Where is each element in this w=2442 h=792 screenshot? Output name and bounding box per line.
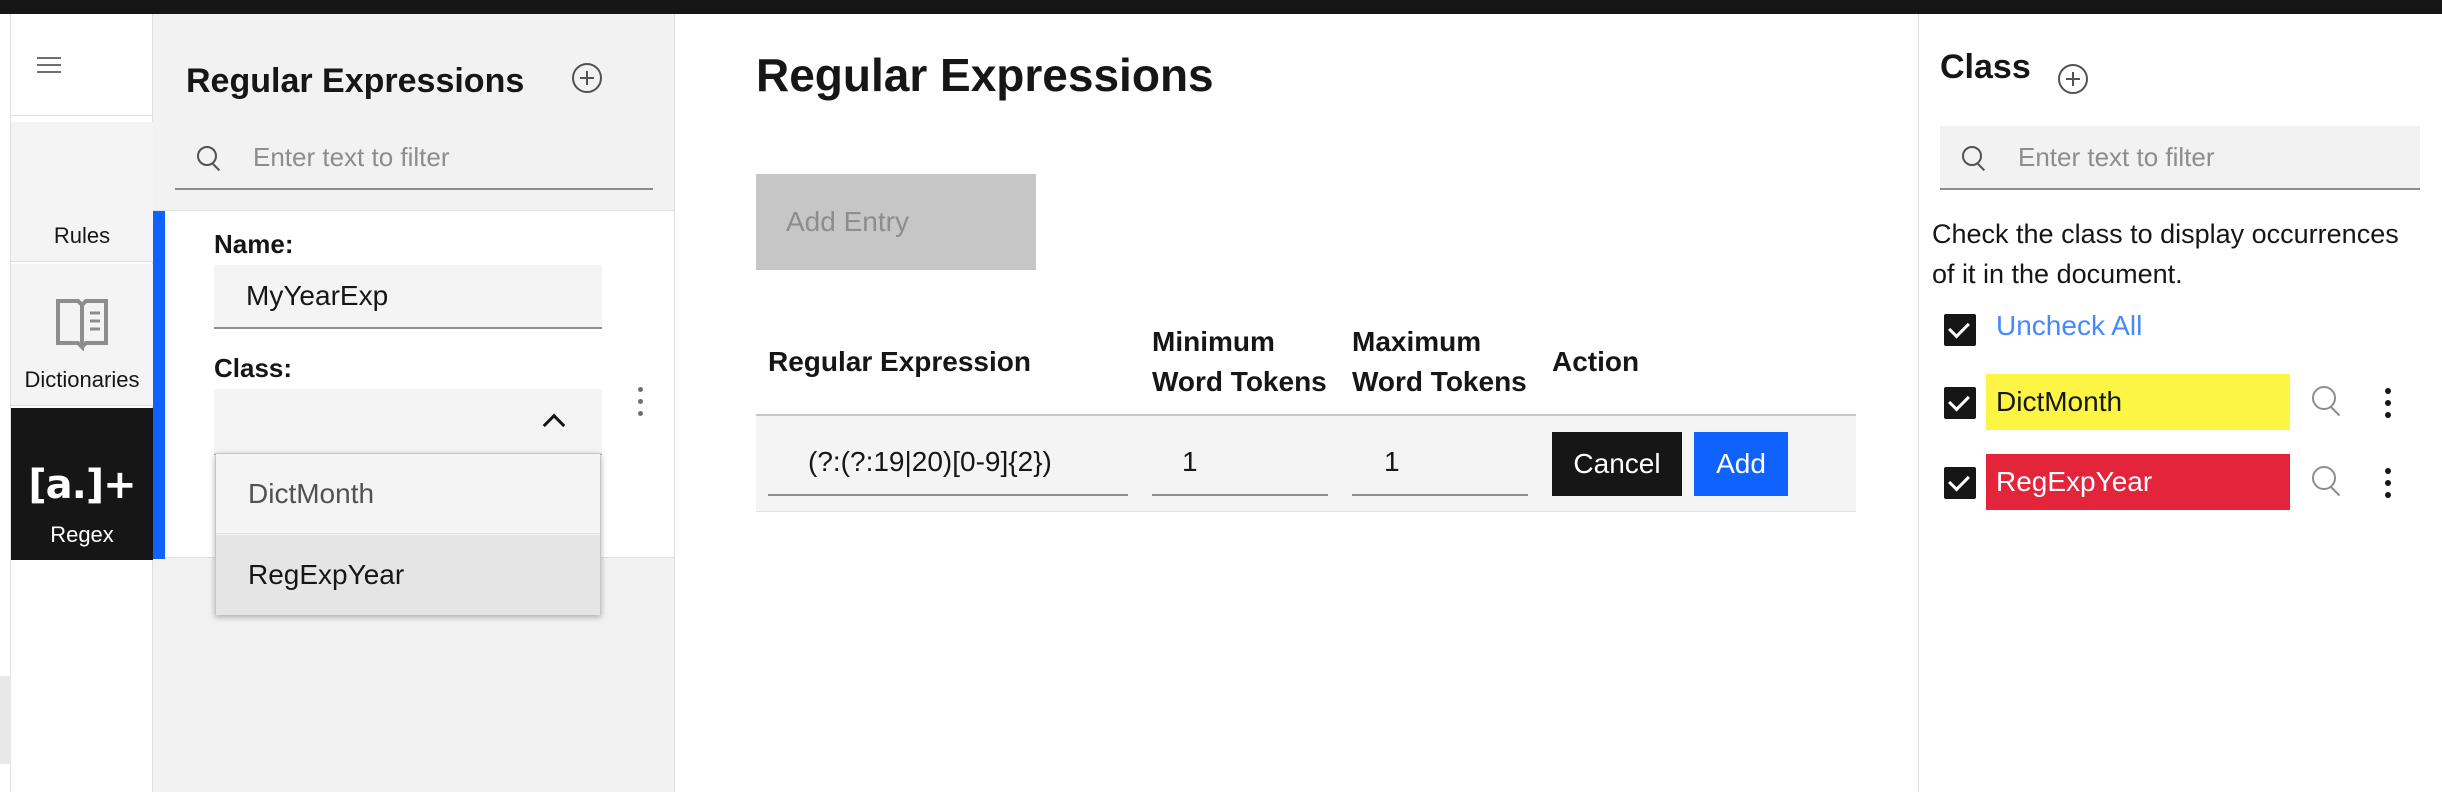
column-header-max-line1: Maximum bbox=[1352, 326, 1482, 357]
search-occurrences-icon[interactable] bbox=[2312, 466, 2344, 498]
name-label: Name: bbox=[214, 229, 294, 259]
column-header-action: Action bbox=[1552, 346, 1640, 377]
column-header-max: Maximum Word Tokens bbox=[1352, 322, 1527, 402]
search-icon bbox=[197, 146, 221, 170]
edge-tab bbox=[0, 676, 11, 764]
search-placeholder: Enter text to filter bbox=[253, 141, 450, 172]
add-class-icon[interactable] bbox=[2058, 64, 2088, 94]
left-edge-strip bbox=[0, 14, 11, 792]
uncheck-all-link[interactable]: Uncheck All bbox=[1996, 310, 2142, 342]
column-header-min: Minimum Word Tokens bbox=[1152, 322, 1327, 402]
column-header-max-line2: Word Tokens bbox=[1352, 366, 1527, 397]
table-row: (?:(?:19|20)[0-9]{2}) 1 1 bbox=[756, 416, 1856, 512]
add-circle-icon[interactable] bbox=[572, 63, 602, 93]
hamburger-icon bbox=[37, 55, 61, 75]
page-title: Regular Expressions bbox=[756, 49, 1214, 101]
class-overflow-menu-icon[interactable] bbox=[2385, 388, 2391, 418]
column-header-regex: Regular Expression bbox=[768, 346, 1031, 377]
rail-item-regex[interactable]: [a.]+ Regex bbox=[11, 408, 153, 560]
class-dropdown-menu: DictMonth RegExpYear bbox=[215, 453, 601, 615]
panel-title: Regular Expressions bbox=[186, 62, 525, 100]
add-entry-button[interactable]: Add Entry bbox=[756, 174, 1036, 270]
rail-item-rules[interactable]: Rules bbox=[11, 122, 153, 262]
regex-input[interactable]: (?:(?:19|20)[0-9]{2}) bbox=[768, 430, 1128, 496]
selected-indicator bbox=[153, 211, 165, 559]
rail-item-label: Dictionaries bbox=[24, 367, 140, 392]
class-checkbox-dictmonth[interactable] bbox=[1944, 387, 1976, 419]
class-tag-regexpyear[interactable]: RegExpYear bbox=[1986, 454, 2290, 510]
regex-icon: [a.]+ bbox=[28, 462, 136, 508]
column-header-min-line2: Word Tokens bbox=[1152, 366, 1327, 397]
top-bar bbox=[0, 0, 2442, 14]
dropdown-option-regexpyear[interactable]: RegExpYear bbox=[216, 535, 600, 615]
class-tag-dictmonth[interactable]: DictMonth bbox=[1986, 374, 2290, 430]
chevron-up-icon bbox=[542, 413, 566, 437]
rail-item-label: Rules bbox=[53, 223, 111, 248]
search-occurrences-icon[interactable] bbox=[2312, 386, 2344, 418]
regex-list-panel: Regular Expressions Enter text to filter… bbox=[153, 14, 675, 792]
class-help-text: Check the class to display occurrences o… bbox=[1932, 219, 2399, 289]
overflow-menu-icon[interactable] bbox=[638, 387, 644, 417]
min-tokens-input[interactable]: 1 bbox=[1152, 430, 1328, 496]
menu-button[interactable] bbox=[11, 14, 153, 116]
class-select[interactable] bbox=[214, 389, 602, 455]
class-checkbox-regexpyear[interactable] bbox=[1944, 467, 1976, 499]
rail-item-label: Regex bbox=[50, 522, 114, 547]
search-placeholder: Enter text to filter bbox=[2018, 141, 2215, 172]
uncheck-all-checkbox[interactable] bbox=[1944, 314, 1976, 346]
name-field[interactable]: MyYearExp bbox=[214, 265, 602, 329]
side-rail: Rules Dictionaries [a.]+ Regex bbox=[11, 14, 153, 792]
class-label: Class: bbox=[214, 353, 293, 383]
class-panel-title: Class bbox=[1940, 48, 2031, 86]
book-icon bbox=[56, 299, 108, 351]
cancel-button[interactable]: Cancel bbox=[1552, 432, 1682, 496]
dropdown-option-dictmonth[interactable]: DictMonth bbox=[216, 454, 600, 534]
max-tokens-input[interactable]: 1 bbox=[1352, 430, 1528, 496]
column-header-min-line1: Minimum bbox=[1152, 326, 1275, 357]
regex-search-input[interactable]: Enter text to filter bbox=[175, 126, 653, 190]
search-icon bbox=[1962, 146, 1986, 170]
class-search-input[interactable]: Enter text to filter bbox=[1940, 126, 2420, 190]
rail-item-dictionaries[interactable]: Dictionaries bbox=[11, 264, 153, 406]
class-overflow-menu-icon[interactable] bbox=[2385, 468, 2391, 498]
add-button[interactable]: Add bbox=[1694, 432, 1788, 496]
